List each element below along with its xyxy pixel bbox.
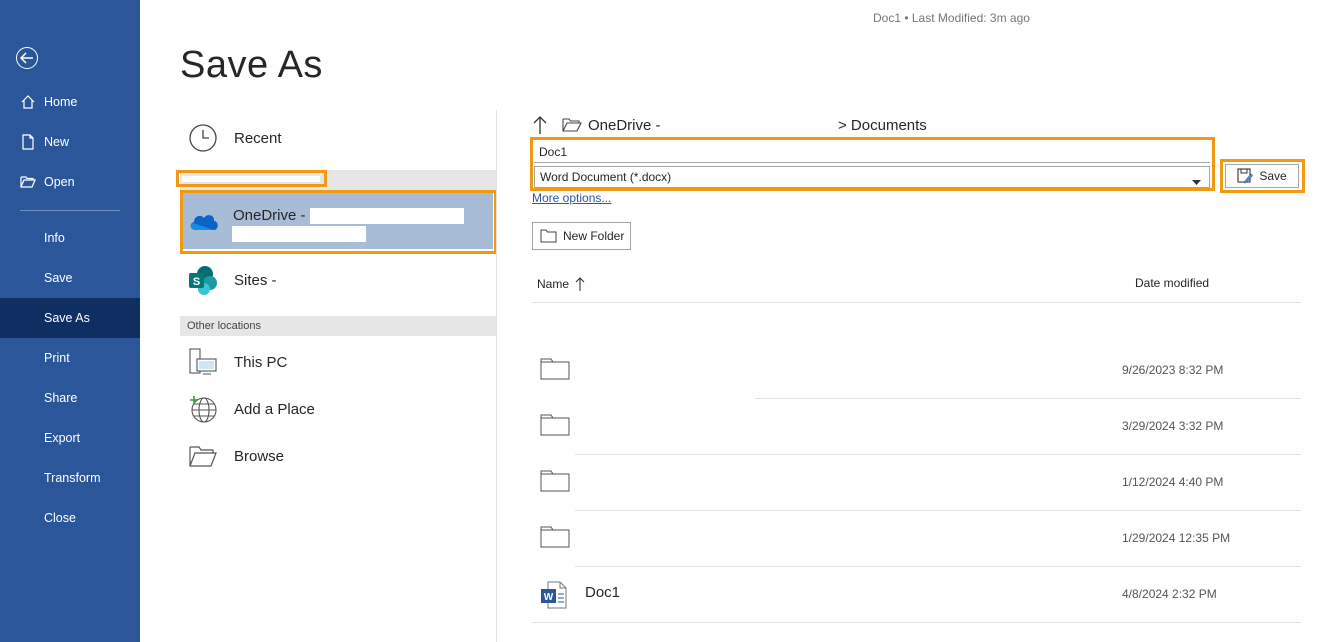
sharepoint-icon: S [186, 263, 220, 297]
nav-close-label: Close [44, 511, 76, 525]
new-document-icon [20, 134, 36, 150]
nav-save-as-label: Save As [44, 311, 90, 325]
file-row[interactable]: W Doc1 4/8/2024 2:32 PM [532, 566, 1301, 622]
highlight-filename-type [530, 137, 1215, 191]
nav-home[interactable]: Home [0, 82, 140, 122]
nav-save-label: Save [44, 271, 73, 285]
header-divider [532, 302, 1301, 303]
file-date: 3/29/2024 3:32 PM [1122, 419, 1224, 433]
file-date: 1/12/2024 4:40 PM [1122, 475, 1224, 489]
nav-open[interactable]: Open [0, 162, 140, 202]
svg-text:W: W [544, 592, 554, 603]
breadcrumb-folder-icon [562, 117, 582, 133]
folder-icon [540, 524, 570, 550]
nav-export[interactable]: Export [0, 418, 140, 458]
column-name-label: Name [537, 277, 570, 291]
nav-new-label: New [44, 135, 70, 149]
nav-export-label: Export [44, 431, 81, 445]
folder-icon [540, 412, 570, 438]
breadcrumb-current[interactable]: > Documents [838, 117, 927, 134]
redacted-text [182, 176, 320, 182]
word-document-icon: W [540, 580, 570, 609]
nav-print[interactable]: Print [0, 338, 140, 378]
breadcrumb: OneDrive - > Documents [532, 113, 1232, 137]
file-row[interactable]: 9/26/2023 8:32 PM [532, 342, 1301, 398]
nav-transform-label: Transform [44, 471, 101, 485]
location-recent[interactable]: Recent [180, 118, 496, 158]
file-date: 1/29/2024 12:35 PM [1122, 531, 1231, 545]
nav-share-label: Share [44, 391, 78, 405]
highlight-onedrive [180, 190, 497, 254]
location-recent-label: Recent [234, 129, 282, 147]
file-name: Doc1 [585, 584, 621, 601]
breadcrumb-root[interactable]: OneDrive - [588, 117, 661, 134]
folder-open-icon [186, 439, 220, 473]
nav-open-label: Open [44, 175, 75, 189]
backstage-nav: Home New Open Info Save Save As Print Sh… [0, 0, 140, 642]
location-browse[interactable]: Browse [180, 436, 496, 476]
row-divider [532, 622, 1301, 623]
location-this-pc[interactable]: This PC [180, 342, 496, 382]
nav-new[interactable]: New [0, 122, 140, 162]
nav-home-label: Home [44, 95, 78, 109]
location-sites[interactable]: S Sites - [180, 258, 496, 302]
folder-icon [540, 468, 570, 494]
page-title: Save As [180, 44, 323, 86]
clock-icon [186, 121, 220, 155]
nav-print-label: Print [44, 351, 70, 365]
more-options-link[interactable]: More options... [532, 191, 611, 205]
nav-close[interactable]: Close [0, 498, 140, 538]
document-status: Doc1 • Last Modified: 3m ago [873, 11, 1030, 25]
folder-icon [540, 229, 557, 243]
nav-transform[interactable]: Transform [0, 458, 140, 498]
file-row[interactable]: 1/12/2024 4:40 PM [532, 454, 1301, 510]
column-name-header[interactable]: Name [537, 276, 585, 292]
up-arrow-icon[interactable] [532, 115, 548, 135]
highlight-save-button [1220, 159, 1305, 193]
location-add-place[interactable]: Add a Place [180, 389, 496, 429]
sort-ascending-icon [575, 276, 585, 292]
location-sites-label: Sites - [234, 271, 277, 289]
location-add-place-label: Add a Place [234, 400, 315, 418]
location-this-pc-label: This PC [234, 353, 288, 371]
column-date-header[interactable]: Date modified [1135, 276, 1209, 290]
computer-icon [186, 345, 220, 379]
back-arrow-icon[interactable] [16, 47, 38, 69]
new-folder-label: New Folder [563, 229, 625, 243]
nav-info[interactable]: Info [0, 218, 140, 258]
svg-text:S: S [193, 276, 200, 288]
new-folder-button[interactable]: New Folder [532, 222, 631, 250]
group-header-other-locations: Other locations [180, 316, 496, 336]
home-icon [20, 94, 36, 110]
nav-share[interactable]: Share [0, 378, 140, 418]
file-row[interactable]: 1/29/2024 12:35 PM [532, 510, 1301, 566]
nav-divider [20, 210, 120, 211]
nav-save[interactable]: Save [0, 258, 140, 298]
nav-save-as[interactable]: Save As [0, 298, 140, 338]
folder-icon [540, 356, 570, 382]
column-divider [496, 110, 497, 642]
globe-add-icon [186, 392, 220, 426]
file-date: 9/26/2023 8:32 PM [1122, 363, 1224, 377]
file-date: 4/8/2024 2:32 PM [1122, 587, 1217, 601]
location-browse-label: Browse [234, 447, 285, 465]
open-folder-icon [20, 174, 36, 190]
nav-info-label: Info [44, 231, 65, 245]
file-row[interactable]: 3/29/2024 3:32 PM [532, 398, 1301, 454]
